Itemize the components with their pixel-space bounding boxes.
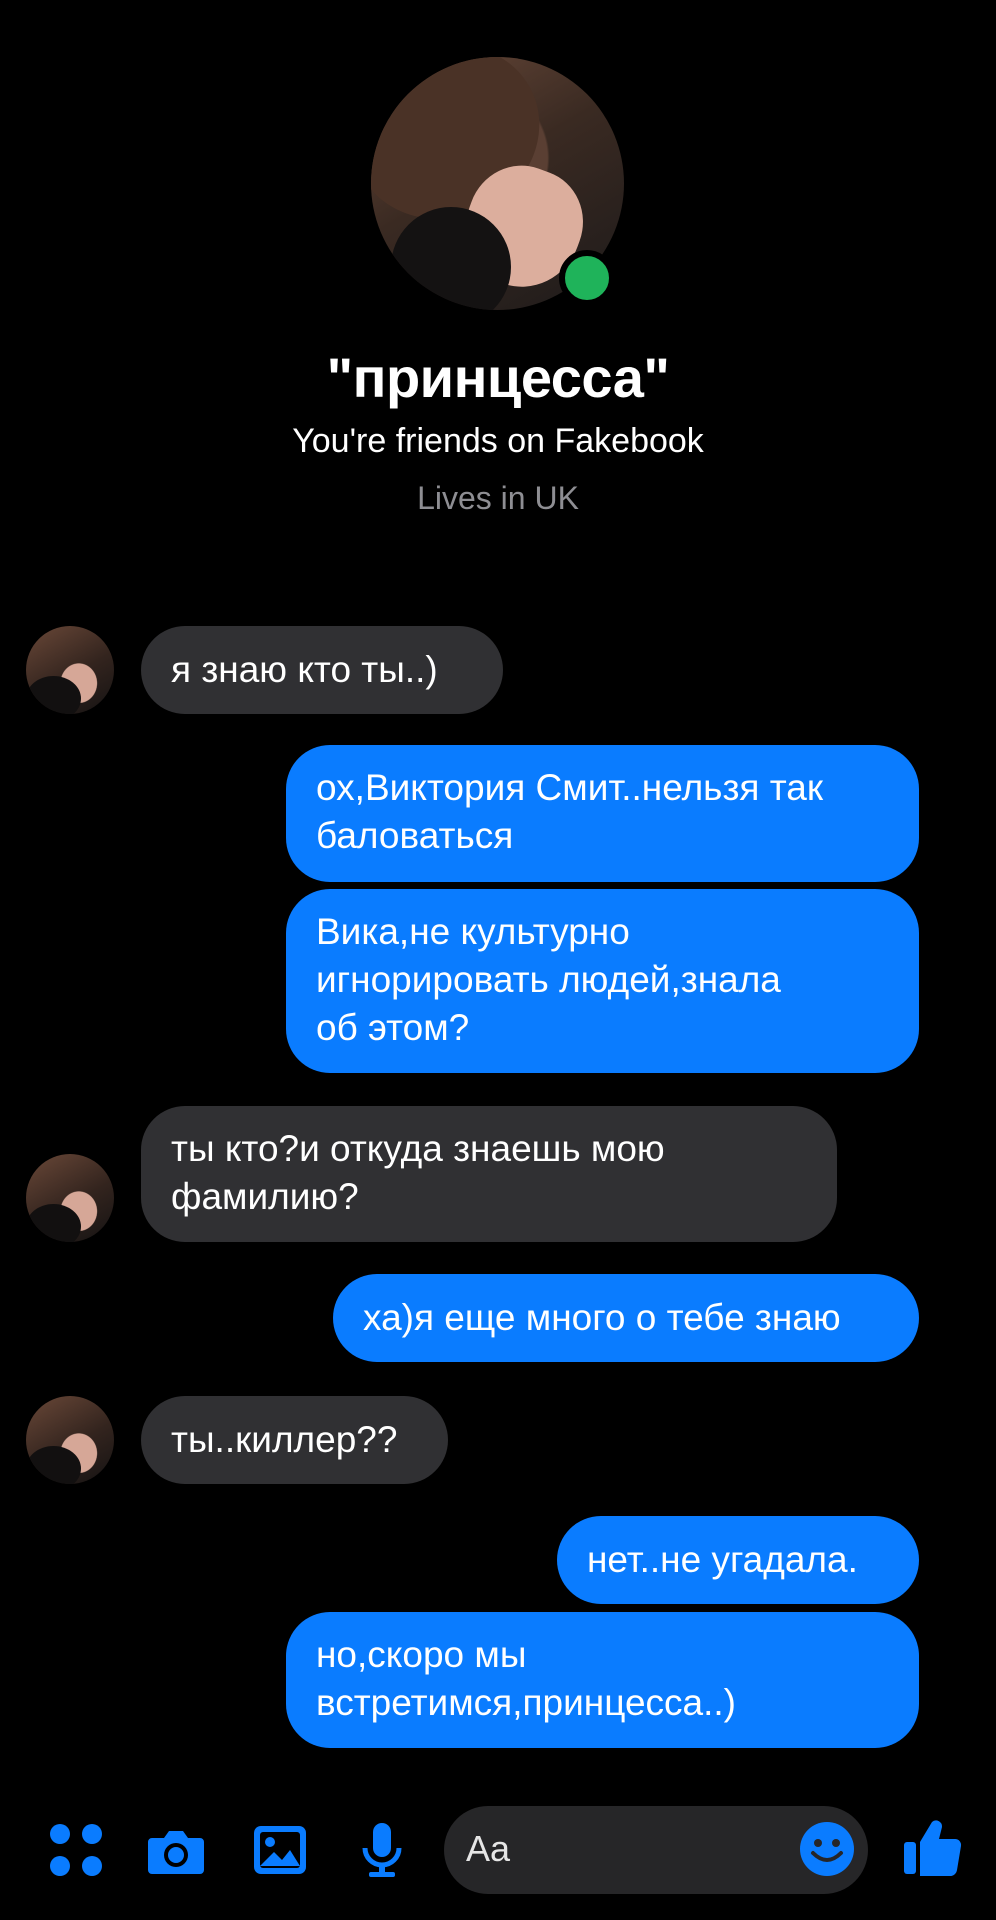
message-bubble-incoming[interactable]: ты кто?и откуда знаешь мою фамилию? bbox=[141, 1106, 837, 1242]
apps-icon[interactable] bbox=[46, 1820, 106, 1880]
composer-bar: Aa bbox=[0, 1800, 996, 1900]
profile-name[interactable]: "принцесса" bbox=[0, 345, 996, 410]
message-bubble-outgoing[interactable]: нет..не угадала. bbox=[557, 1516, 919, 1604]
gallery-icon[interactable] bbox=[250, 1820, 310, 1880]
message-bubble-outgoing[interactable]: ох,Виктория Смит..нельзя так баловаться bbox=[286, 745, 919, 882]
microphone-icon[interactable] bbox=[352, 1820, 412, 1880]
location-text: Lives in UK bbox=[417, 480, 579, 516]
sender-avatar[interactable] bbox=[26, 1154, 114, 1242]
sender-avatar[interactable] bbox=[26, 1396, 114, 1484]
thumbs-up-icon[interactable] bbox=[900, 1814, 966, 1880]
friends-status-text: You're friends on Fakebook bbox=[292, 422, 704, 460]
message-bubble-incoming[interactable]: я знаю кто ты..) bbox=[141, 626, 503, 714]
camera-icon[interactable] bbox=[146, 1820, 206, 1880]
message-input-placeholder: Aa bbox=[466, 1828, 511, 1869]
message-bubble-incoming[interactable]: ты..киллер?? bbox=[141, 1396, 448, 1484]
sender-avatar[interactable] bbox=[26, 626, 114, 714]
message-input[interactable]: Aa bbox=[444, 1806, 868, 1894]
message-bubble-outgoing[interactable]: Вика,не культурно игнорировать людей,зна… bbox=[286, 889, 919, 1073]
emoji-icon[interactable] bbox=[798, 1820, 856, 1878]
online-status-indicator bbox=[559, 250, 615, 306]
message-bubble-outgoing[interactable]: но,скоро мы встретимся,принцесса..) bbox=[286, 1612, 919, 1748]
message-bubble-outgoing[interactable]: ха)я еще много о тебе знаю bbox=[333, 1274, 919, 1362]
